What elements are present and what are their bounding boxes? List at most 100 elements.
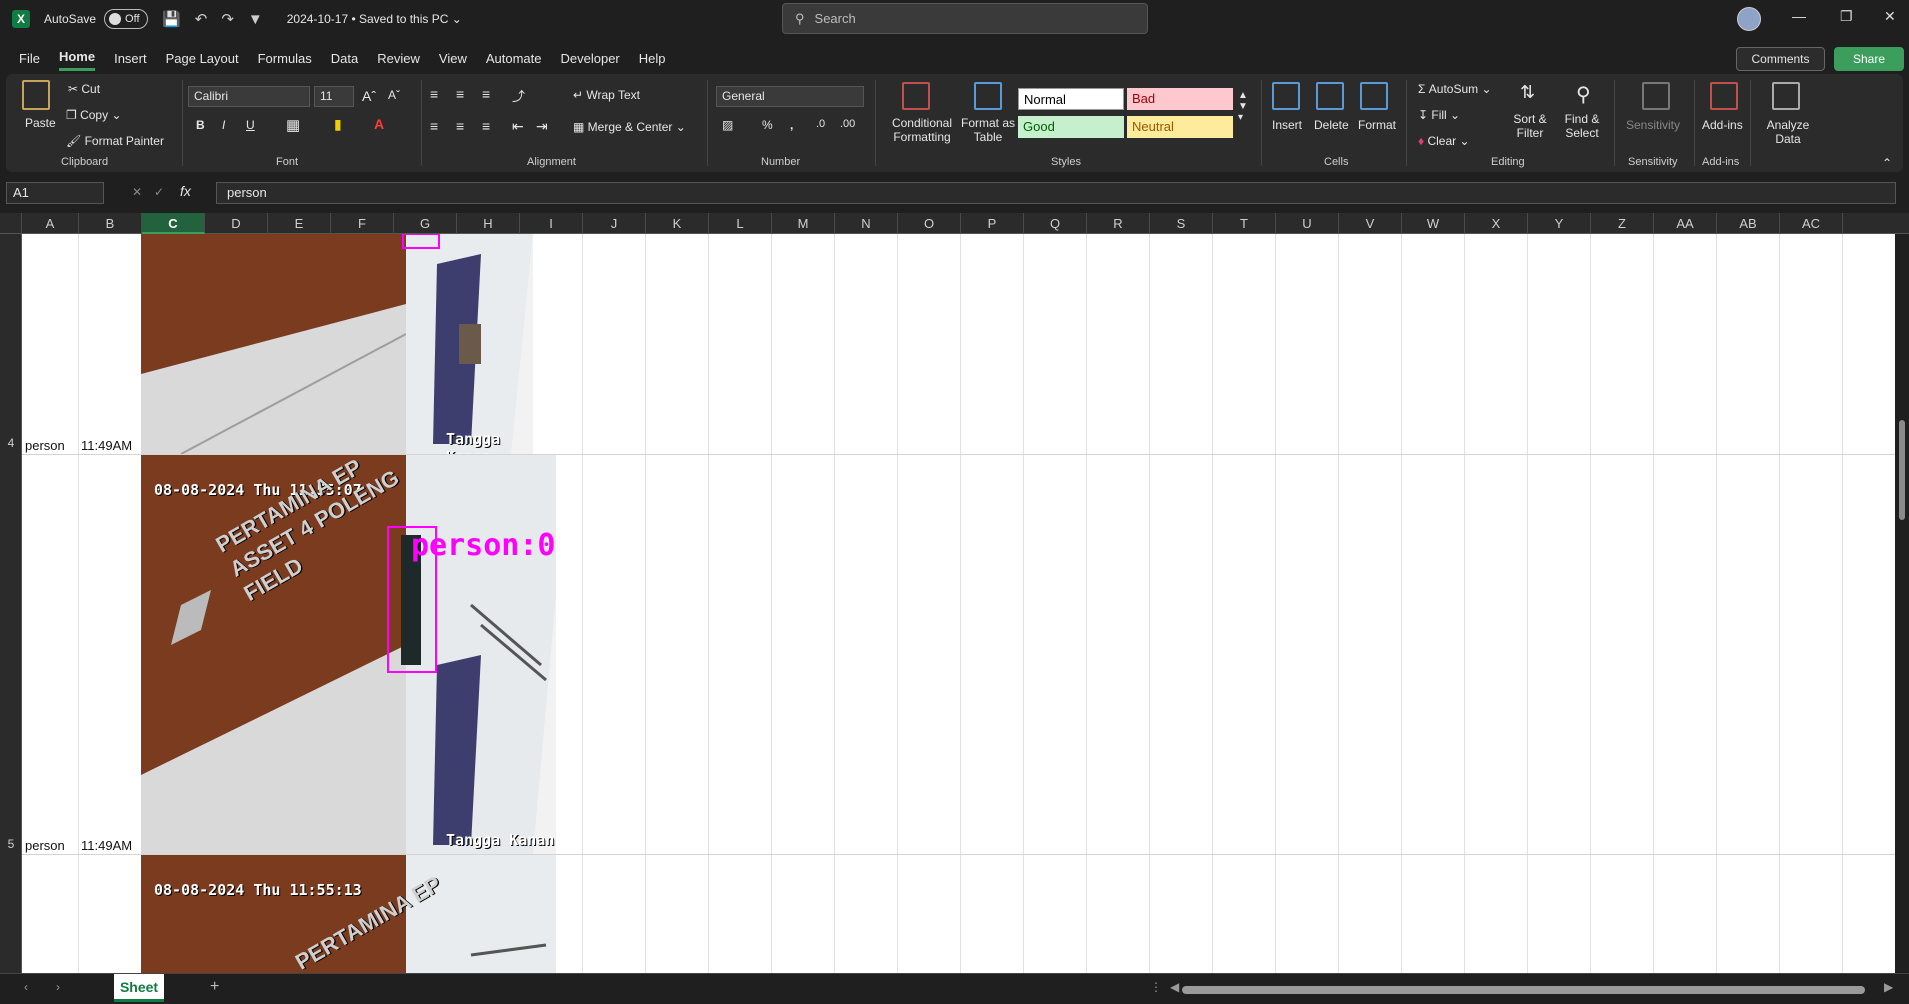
column-header-m[interactable]: M: [772, 213, 835, 234]
styles-scroll-icon[interactable]: ▲ ▼ ▾: [1238, 90, 1248, 123]
currency-icon[interactable]: ▨: [722, 118, 733, 132]
prev-sheet-icon[interactable]: ‹: [24, 980, 28, 994]
clear-button[interactable]: ♦ Clear ⌄: [1418, 134, 1470, 148]
column-header-aa[interactable]: AA: [1654, 213, 1717, 234]
cut-button[interactable]: ✂ Cut: [68, 82, 100, 96]
column-header-v[interactable]: V: [1339, 213, 1402, 234]
autosave-toggle[interactable]: Off: [104, 9, 149, 29]
find-select-button[interactable]: Find & Select: [1558, 112, 1606, 140]
column-header-n[interactable]: N: [835, 213, 898, 234]
add-sheet-icon[interactable]: +: [210, 978, 219, 996]
column-header-t[interactable]: T: [1213, 213, 1276, 234]
cctv-image-1[interactable]: Tangga Kanan: [141, 234, 533, 454]
number-format-select[interactable]: General: [716, 86, 864, 107]
avatar[interactable]: [1737, 7, 1761, 31]
cell-b5[interactable]: 11:49AM: [81, 838, 132, 853]
add-ins-button[interactable]: Add-ins: [1702, 118, 1743, 132]
column-header-r[interactable]: R: [1087, 213, 1150, 234]
cell-b4[interactable]: 11:49AM: [81, 438, 132, 453]
column-header-a[interactable]: A: [22, 213, 79, 234]
column-header-j[interactable]: J: [583, 213, 646, 234]
collapse-ribbon-icon[interactable]: ⌃: [1882, 156, 1892, 170]
style-neutral[interactable]: Neutral: [1127, 116, 1233, 138]
fill-button[interactable]: ↧ Fill ⌄: [1418, 108, 1460, 122]
font-name-select[interactable]: Calibri: [188, 86, 310, 107]
analyze-data-button[interactable]: Analyze Data: [1758, 118, 1818, 146]
column-header-w[interactable]: W: [1402, 213, 1465, 234]
align-right-icon[interactable]: ≡: [482, 118, 490, 134]
select-all-corner[interactable]: [0, 213, 22, 234]
share-button[interactable]: Share: [1834, 47, 1904, 71]
column-header-q[interactable]: Q: [1024, 213, 1087, 234]
column-header-z[interactable]: Z: [1591, 213, 1654, 234]
merge-center-button[interactable]: ▦ Merge & Center ⌄: [573, 120, 686, 134]
shrink-font-icon[interactable]: Aˇ: [388, 88, 400, 102]
search-input[interactable]: ⚲ Search: [782, 3, 1148, 34]
tab-home[interactable]: Home: [58, 45, 96, 71]
sort-filter-button[interactable]: Sort & Filter: [1508, 112, 1552, 140]
sheet-tab[interactable]: Sheet: [114, 974, 164, 1002]
borders-icon[interactable]: ▦: [286, 116, 300, 134]
minimize-icon[interactable]: —: [1792, 8, 1806, 24]
tab-developer[interactable]: Developer: [561, 47, 620, 70]
orientation-icon[interactable]: ⤴: [512, 86, 525, 105]
cell-a4[interactable]: person: [25, 438, 65, 453]
vertical-scrollbar[interactable]: [1899, 420, 1905, 520]
cctv-image-2[interactable]: 08-08-2024 Thu 11:55:07 PERTAMINA EP ASS…: [141, 455, 556, 854]
customize-qat-icon[interactable]: ▼: [248, 11, 263, 28]
increase-indent-icon[interactable]: ⇥: [536, 118, 548, 135]
column-header-f[interactable]: F: [331, 213, 394, 234]
wrap-text-button[interactable]: ↵ Wrap Text: [573, 88, 640, 102]
bold-icon[interactable]: B: [196, 118, 205, 132]
column-header-k[interactable]: K: [646, 213, 709, 234]
grow-font-icon[interactable]: Aˆ: [362, 88, 376, 104]
comma-icon[interactable]: ,: [790, 118, 793, 132]
style-good[interactable]: Good: [1018, 116, 1124, 138]
redo-icon[interactable]: ↷: [221, 10, 234, 28]
conditional-formatting-button[interactable]: Conditional Formatting: [882, 116, 962, 144]
cctv-image-3[interactable]: 08-08-2024 Thu 11:55:13 PERTAMINA EP: [141, 855, 556, 973]
horizontal-scrollbar[interactable]: [1182, 986, 1865, 994]
worksheet-grid[interactable]: person 11:49AM person 11:49AM Tangga Kan…: [22, 234, 1895, 973]
column-header-y[interactable]: Y: [1528, 213, 1591, 234]
tab-formulas[interactable]: Formulas: [258, 47, 312, 70]
enter-icon[interactable]: ✓: [154, 185, 164, 199]
font-color-icon[interactable]: A: [374, 116, 384, 132]
column-header-s[interactable]: S: [1150, 213, 1213, 234]
tab-view[interactable]: View: [439, 47, 467, 70]
close-icon[interactable]: ✕: [1884, 8, 1896, 25]
style-normal[interactable]: Normal: [1018, 88, 1124, 110]
name-box[interactable]: A1: [6, 182, 104, 204]
autosum-button[interactable]: Σ AutoSum ⌄: [1418, 82, 1492, 96]
paste-button[interactable]: Paste: [25, 116, 56, 130]
next-sheet-icon[interactable]: ›: [56, 980, 60, 994]
align-middle-icon[interactable]: ≡: [456, 86, 464, 102]
column-header-h[interactable]: H: [457, 213, 520, 234]
row-header-4[interactable]: 4: [0, 436, 22, 450]
column-header-b[interactable]: B: [79, 213, 142, 234]
format-as-table-button[interactable]: Format as Table: [958, 116, 1018, 144]
scroll-right-icon[interactable]: ▶: [1884, 980, 1893, 994]
tab-data[interactable]: Data: [331, 47, 358, 70]
column-header-x[interactable]: X: [1465, 213, 1528, 234]
align-center-icon[interactable]: ≡: [456, 118, 464, 134]
column-header-p[interactable]: P: [961, 213, 1024, 234]
format-cells-button[interactable]: Format: [1358, 118, 1396, 132]
percent-icon[interactable]: %: [762, 118, 773, 132]
column-header-o[interactable]: O: [898, 213, 961, 234]
sensitivity-button[interactable]: Sensitivity: [1626, 118, 1680, 132]
italic-icon[interactable]: I: [222, 118, 225, 132]
underline-icon[interactable]: U: [246, 118, 255, 132]
fill-color-icon[interactable]: ▮: [334, 116, 342, 133]
save-icon[interactable]: 💾: [162, 10, 181, 28]
column-header-l[interactable]: L: [709, 213, 772, 234]
copy-button[interactable]: ❐ Copy ⌄: [66, 108, 122, 122]
tab-automate[interactable]: Automate: [486, 47, 542, 70]
align-left-icon[interactable]: ≡: [430, 118, 438, 134]
undo-icon[interactable]: ↶: [195, 10, 208, 28]
cancel-icon[interactable]: ✕: [132, 185, 142, 199]
decrease-decimal-icon[interactable]: .00: [840, 118, 855, 130]
column-header-g[interactable]: G: [394, 213, 457, 234]
column-header-c[interactable]: C: [142, 213, 205, 234]
font-size-select[interactable]: 11: [314, 86, 354, 107]
